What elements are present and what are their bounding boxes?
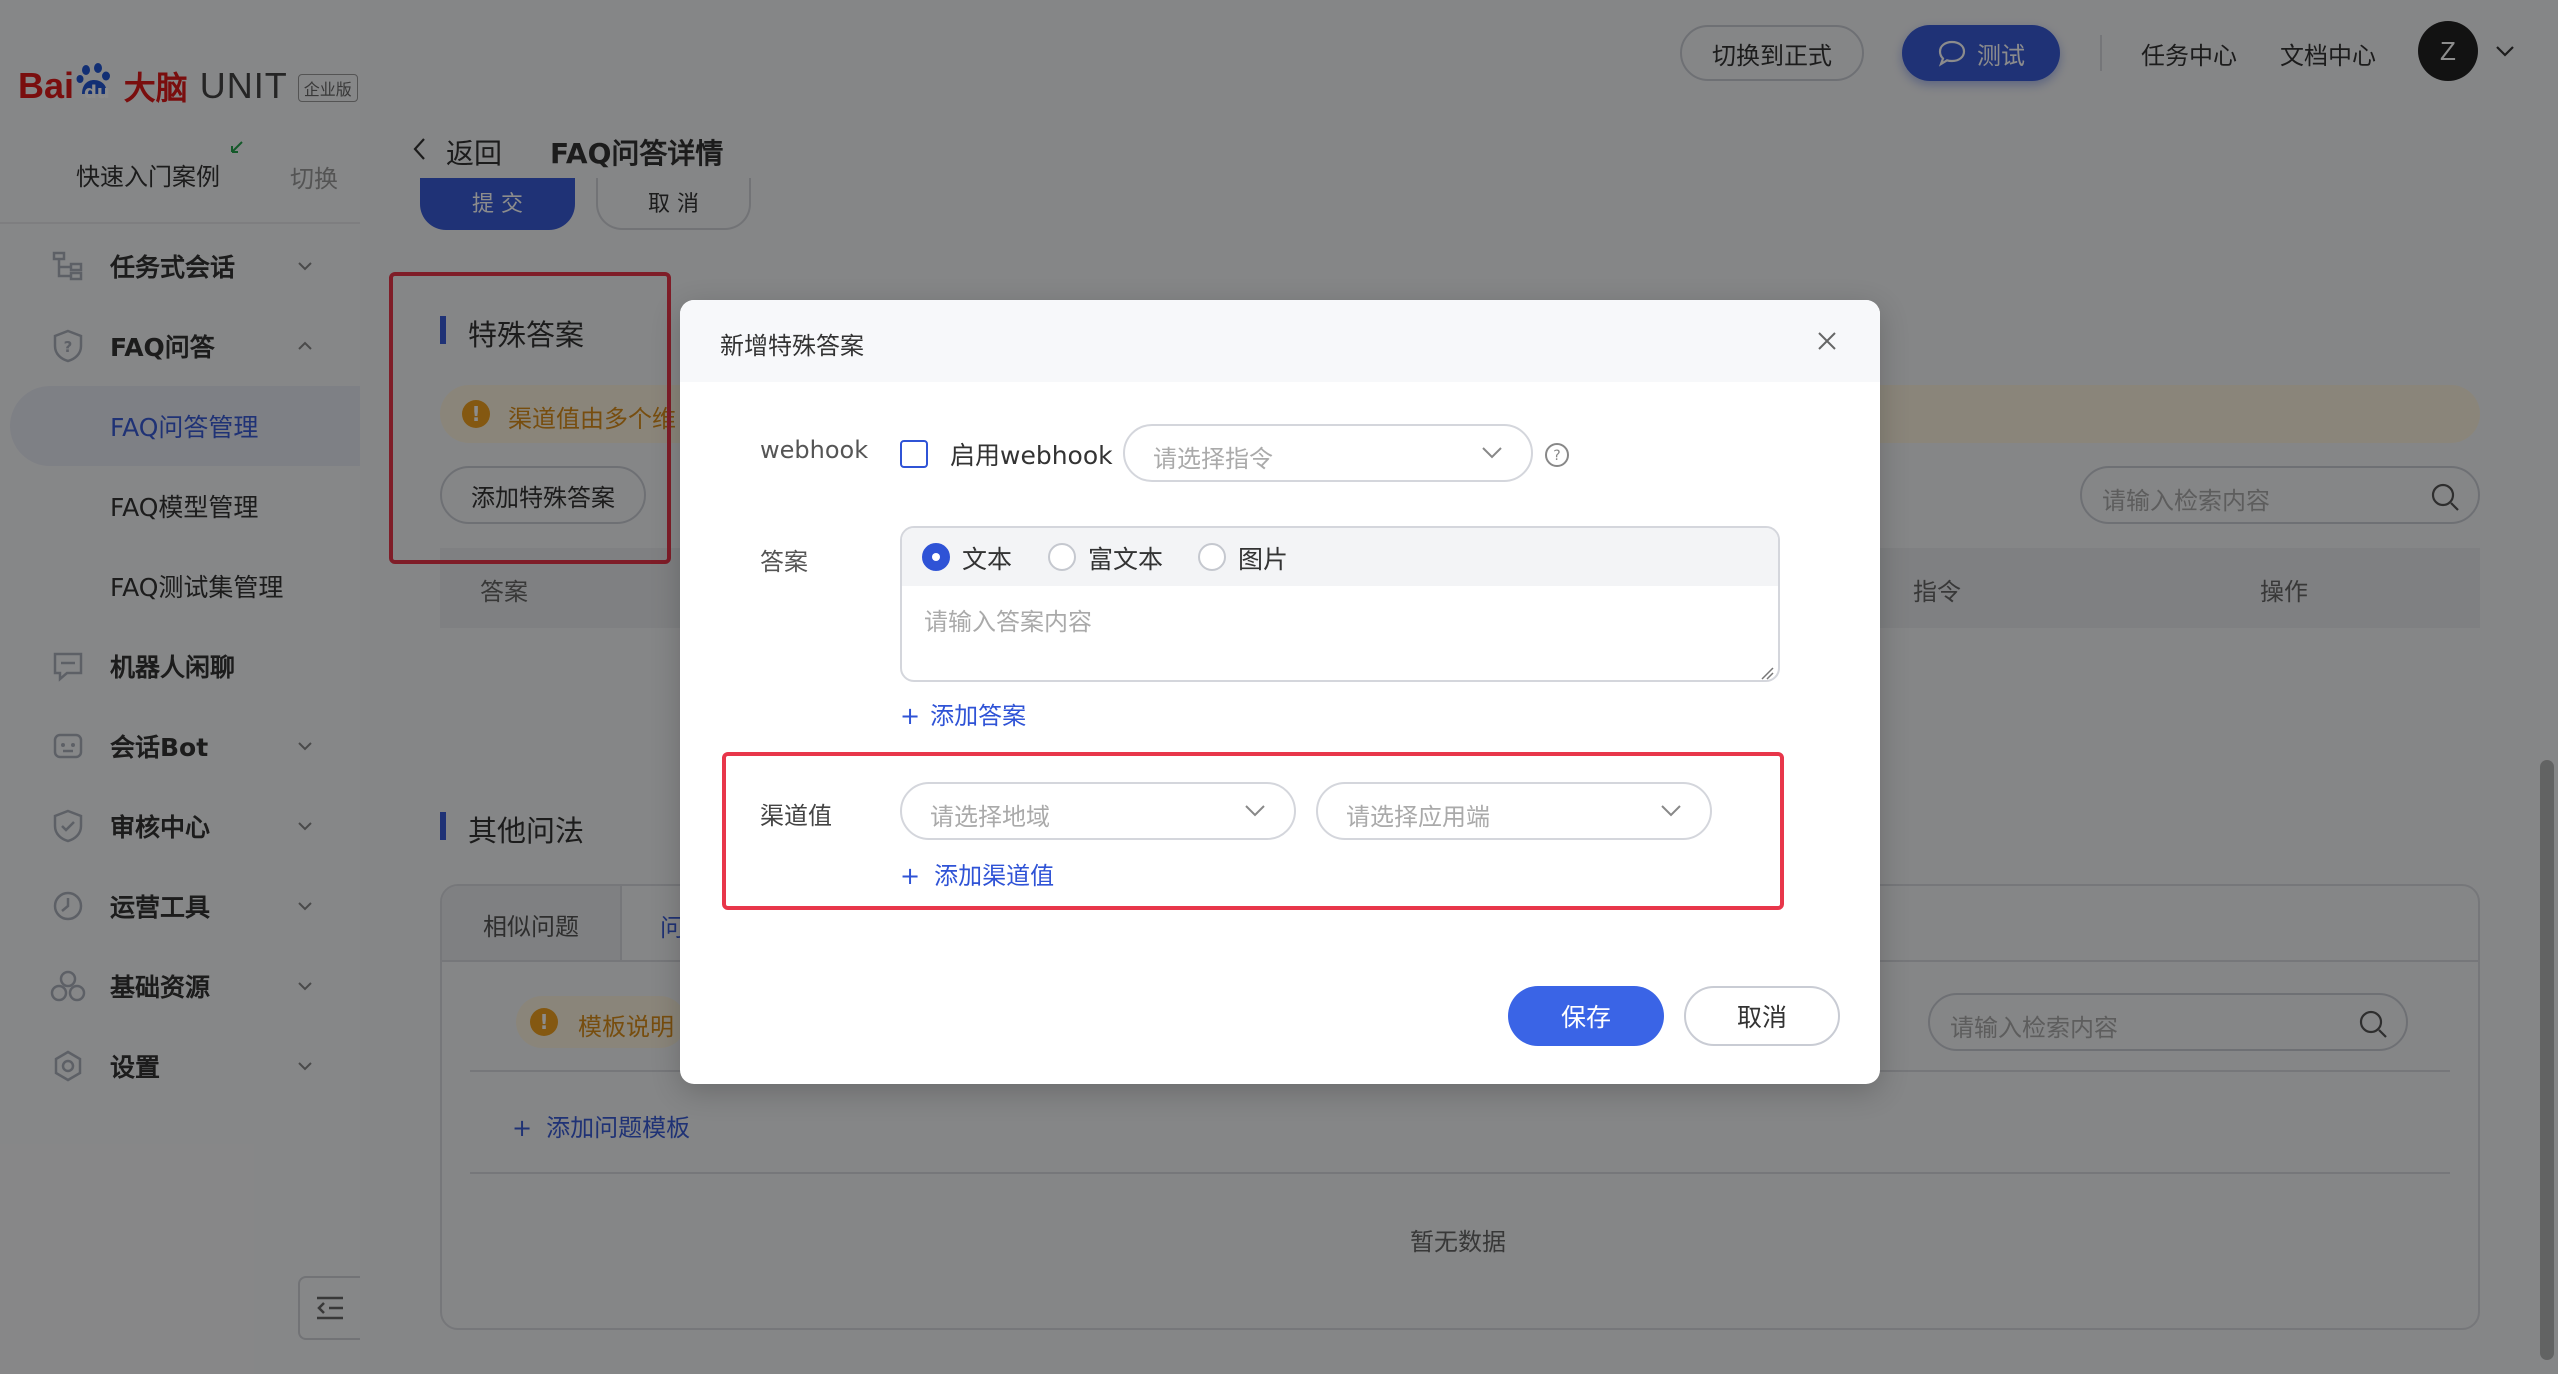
answer-editor: 文本 富文本 图片 请输入答案内容 <box>900 526 1780 682</box>
dialog-title: 新增特殊答案 <box>720 332 864 360</box>
help-icon[interactable]: ? <box>1544 442 1570 468</box>
svg-text:?: ? <box>1553 448 1560 464</box>
answer-type-image-radio[interactable] <box>1198 543 1226 571</box>
plus-icon: + <box>900 702 921 730</box>
resize-grip-icon[interactable] <box>1760 666 1774 680</box>
command-placeholder: 请选择指令 <box>1153 445 1273 473</box>
answer-type-richtext-radio[interactable] <box>1048 543 1076 571</box>
save-button[interactable]: 保存 <box>1508 986 1664 1046</box>
add-special-answer-dialog: 新增特殊答案 webhook 启用webhook 请选择指令 ? 答案 文本 富… <box>680 300 1880 1084</box>
chevron-down-icon <box>1482 447 1502 459</box>
answer-type-text-radio[interactable] <box>922 543 950 571</box>
answer-textarea[interactable]: 请输入答案内容 <box>924 602 1092 637</box>
answer-type-bar <box>902 528 1778 586</box>
highlight-box-channel <box>722 752 1784 910</box>
add-answer-link[interactable]: + 添加答案 <box>900 696 1026 731</box>
webhook-label: webhook <box>760 436 869 464</box>
command-select[interactable]: 请选择指令 <box>1123 424 1533 482</box>
close-icon[interactable] <box>1814 328 1840 354</box>
add-answer-label: 添加答案 <box>930 702 1027 730</box>
cancel-button[interactable]: 取消 <box>1684 986 1840 1046</box>
answer-type-richtext-label[interactable]: 富文本 <box>1088 540 1163 576</box>
answer-type-text-label[interactable]: 文本 <box>962 540 1012 576</box>
enable-webhook-checkbox[interactable] <box>900 440 928 468</box>
answer-type-image-label[interactable]: 图片 <box>1238 540 1288 576</box>
enable-webhook-label[interactable]: 启用webhook <box>950 436 1113 472</box>
answer-label: 答案 <box>760 548 808 576</box>
